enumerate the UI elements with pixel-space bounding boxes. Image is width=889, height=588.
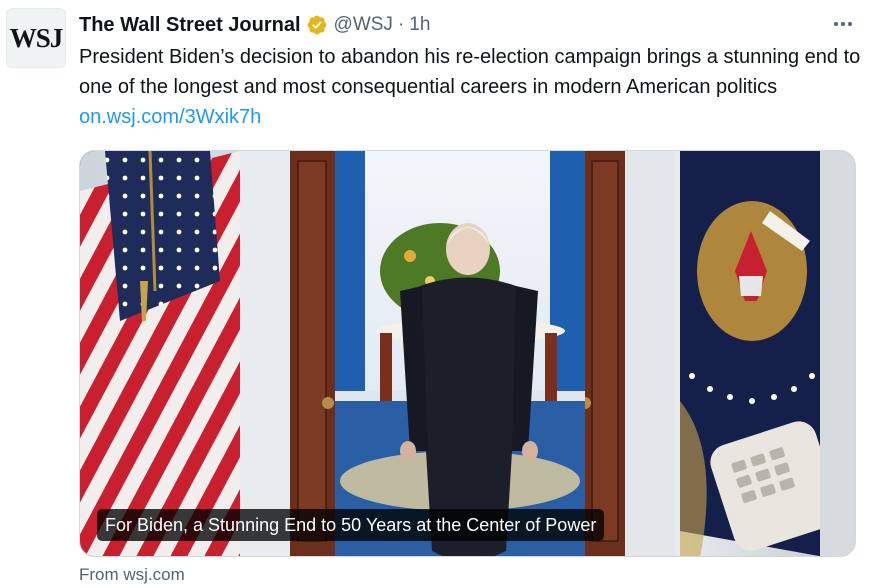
tweet-body: President Biden’s decision to abandon hi… xyxy=(79,42,869,132)
card-source-link[interactable]: From wsj.com xyxy=(79,565,185,585)
tweet-header: The Wall Street Journal @WSJ · 1h xyxy=(79,12,430,38)
account-display-name[interactable]: The Wall Street Journal xyxy=(79,14,301,37)
account-handle[interactable]: @WSJ xyxy=(334,14,393,36)
wsj-avatar[interactable]: WSJ xyxy=(6,8,66,68)
link-card-image[interactable]: For Biden, a Stunning End to 50 Years at… xyxy=(79,150,856,557)
separator-dot: · xyxy=(397,14,405,35)
tweet-text: President Biden’s decision to abandon hi… xyxy=(79,46,861,98)
card-caption[interactable]: For Biden, a Stunning End to 50 Years at… xyxy=(97,509,605,541)
oval-office-photo xyxy=(80,151,855,556)
verified-badge-icon[interactable] xyxy=(306,14,328,36)
tweet-timestamp[interactable]: 1h xyxy=(409,14,430,36)
more-options-icon[interactable] xyxy=(829,12,857,36)
tweet-link[interactable]: on.wsj.com/3Wxik7h xyxy=(79,106,261,128)
